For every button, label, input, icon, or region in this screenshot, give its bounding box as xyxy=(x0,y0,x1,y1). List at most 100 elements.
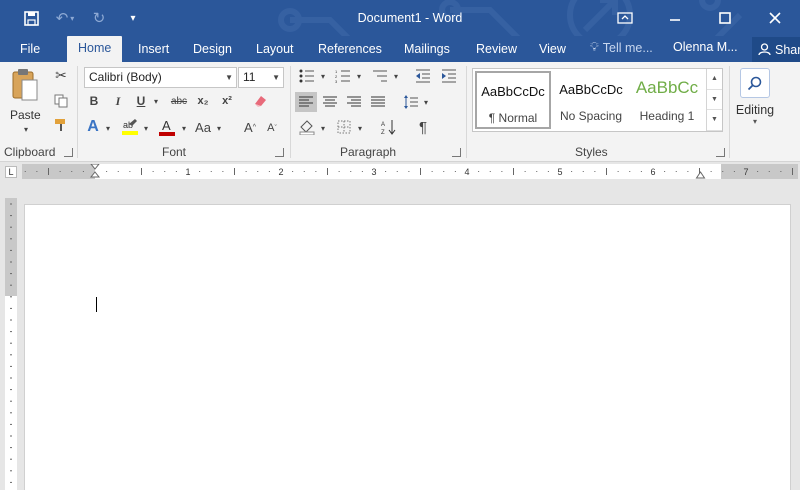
paragraph-launcher-icon[interactable] xyxy=(452,148,461,157)
style-no-spacing[interactable]: AaBbCcDc No Spacing xyxy=(553,71,629,129)
tab-home[interactable]: Home xyxy=(67,36,123,62)
borders-chevron-down-icon[interactable]: ▾ xyxy=(355,120,365,136)
subscript-button[interactable]: x₂ xyxy=(194,93,212,109)
shading-chevron-down-icon[interactable]: ▾ xyxy=(318,120,328,136)
format-painter-icon[interactable] xyxy=(52,116,70,134)
share-button[interactable]: Shar xyxy=(752,37,800,62)
superscript-button[interactable]: x² xyxy=(218,93,236,109)
horizontal-ruler[interactable]: 1 2 3 4 5 6 7 xyxy=(22,164,798,179)
scroll-down-icon[interactable]: ▼ xyxy=(707,90,722,111)
strikethrough-button[interactable]: abc xyxy=(168,93,190,109)
separator xyxy=(290,66,291,158)
tab-view[interactable]: View xyxy=(539,40,566,62)
highlight-icon[interactable]: ab xyxy=(120,117,140,137)
style-heading-1[interactable]: AaBbCc Heading 1 xyxy=(629,71,705,129)
numbering-icon[interactable]: 123 xyxy=(333,68,353,84)
more-styles-icon[interactable]: ▼ xyxy=(707,110,722,131)
clipboard-launcher-icon[interactable] xyxy=(64,148,73,157)
multilevel-list-icon[interactable] xyxy=(370,68,390,84)
search-icon xyxy=(740,68,770,98)
borders-icon[interactable] xyxy=(334,117,354,137)
styles-scroll: ▲ ▼ ▼ xyxy=(706,69,722,131)
align-right-icon[interactable] xyxy=(344,92,364,112)
change-case-chevron-down-icon[interactable]: ▾ xyxy=(214,120,224,136)
clear-formatting-icon[interactable] xyxy=(250,92,270,110)
font-family-combo[interactable]: Calibri (Body) ▼ xyxy=(84,67,237,88)
show-formatting-marks-icon[interactable]: ¶ xyxy=(413,117,433,137)
editing-label: Editing xyxy=(735,103,775,117)
highlight-chevron-down-icon[interactable]: ▾ xyxy=(141,120,151,136)
increase-indent-icon[interactable] xyxy=(439,68,459,84)
multilevel-chevron-down-icon[interactable]: ▾ xyxy=(391,68,401,84)
font-size-value: 11 xyxy=(243,70,256,84)
tab-selector[interactable]: L xyxy=(5,166,17,178)
style-normal[interactable]: AaBbCcDc ¶ Normal xyxy=(475,71,551,129)
grow-font-label: A xyxy=(244,119,253,135)
paste-button[interactable]: Paste xyxy=(10,108,41,122)
justify-icon[interactable] xyxy=(368,92,388,112)
font-launcher-icon[interactable] xyxy=(275,148,284,157)
font-color-chevron-down-icon[interactable]: ▾ xyxy=(179,120,189,136)
change-case-button[interactable]: Aa xyxy=(192,118,214,136)
tab-mailings[interactable]: Mailings xyxy=(404,40,450,62)
align-left-icon[interactable] xyxy=(295,92,317,112)
ribbon: Paste ▾ ✂ Clipboard Calibri (Body) ▼ 11 … xyxy=(0,62,800,162)
align-center-icon[interactable] xyxy=(320,92,340,112)
ruler-number: 7 xyxy=(743,167,748,177)
tab-insert[interactable]: Insert xyxy=(138,40,169,62)
style-preview: AaBbCcDc xyxy=(559,82,623,97)
shrink-font-button[interactable]: Aˇ xyxy=(263,120,281,136)
underline-chevron-down-icon[interactable]: ▾ xyxy=(151,93,161,109)
text-effects-chevron-down-icon[interactable]: ▾ xyxy=(103,120,113,136)
font-group-label: Font xyxy=(162,145,187,159)
text-effects-icon[interactable]: A xyxy=(84,117,102,137)
undo-icon[interactable]: ↶ ▾ xyxy=(48,6,82,30)
tab-file[interactable]: File xyxy=(20,40,40,62)
tell-me-label: Tell me... xyxy=(602,40,653,55)
paste-icon[interactable] xyxy=(9,66,41,104)
grow-font-button[interactable]: A ^ xyxy=(240,118,260,136)
copy-icon[interactable] xyxy=(52,92,70,110)
ruler-number: 4 xyxy=(464,167,469,177)
document-title: Document1 - Word xyxy=(357,11,463,25)
bullets-icon[interactable] xyxy=(297,68,317,84)
document-page[interactable] xyxy=(24,204,791,490)
tab-review[interactable]: Review xyxy=(476,40,517,62)
user-name[interactable]: Olenna M... xyxy=(673,40,738,54)
style-name: Heading 1 xyxy=(639,109,695,123)
bold-button[interactable]: B xyxy=(86,93,102,109)
font-size-combo[interactable]: 11 ▼ xyxy=(238,67,284,88)
scroll-up-icon[interactable]: ▲ xyxy=(707,69,722,90)
save-icon[interactable] xyxy=(14,6,48,30)
close-icon[interactable] xyxy=(750,0,800,36)
tab-design[interactable]: Design xyxy=(193,40,232,62)
tab-layout[interactable]: Layout xyxy=(256,40,294,62)
redo-icon[interactable]: ↻ xyxy=(82,6,116,30)
vertical-ruler[interactable] xyxy=(5,198,17,490)
styles-launcher-icon[interactable] xyxy=(716,148,725,157)
line-spacing-chevron-down-icon[interactable]: ▾ xyxy=(421,94,431,110)
shading-icon[interactable] xyxy=(297,117,317,137)
ribbon-display-options-icon[interactable] xyxy=(600,0,650,36)
underline-button[interactable]: U xyxy=(133,93,149,109)
first-line-indent-marker[interactable] xyxy=(90,164,100,170)
customize-qat-icon[interactable]: ▾ xyxy=(116,6,150,30)
lightbulb-icon: 💡︎ xyxy=(590,40,599,54)
line-spacing-icon[interactable] xyxy=(401,92,421,112)
numbering-chevron-down-icon[interactable]: ▾ xyxy=(354,68,364,84)
editing-button[interactable]: Editing ▾ xyxy=(733,64,777,144)
right-indent-marker[interactable] xyxy=(695,171,706,179)
maximize-icon[interactable] xyxy=(700,0,750,36)
tell-me-box[interactable]: 💡︎ Tell me... xyxy=(590,40,653,55)
italic-button[interactable]: I xyxy=(110,93,126,109)
tab-references[interactable]: References xyxy=(318,40,382,62)
svg-text:A: A xyxy=(381,122,385,128)
sort-icon[interactable]: AZ xyxy=(379,117,399,137)
hanging-indent-marker[interactable] xyxy=(89,171,101,178)
font-color-icon[interactable]: A xyxy=(156,117,178,137)
decrease-indent-icon[interactable] xyxy=(413,68,433,84)
paste-options-chevron-down-icon[interactable]: ▾ xyxy=(20,124,32,134)
minimize-icon[interactable] xyxy=(650,0,700,36)
cut-icon[interactable]: ✂ xyxy=(52,66,70,84)
bullets-chevron-down-icon[interactable]: ▾ xyxy=(318,68,328,84)
